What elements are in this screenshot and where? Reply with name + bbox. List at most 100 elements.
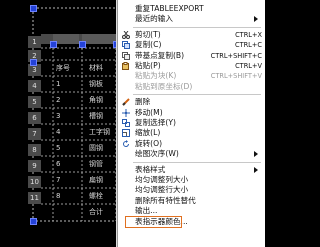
- menu-item-18[interactable]: 均匀调整列大小: [118, 175, 265, 185]
- menu-item-label: 输出...: [135, 206, 158, 216]
- copy-basepoint-icon: [122, 51, 130, 60]
- table-cell[interactable]: 钢板: [89, 80, 103, 88]
- menu-item-label: 均匀调整列大小: [135, 175, 189, 184]
- menu-item-label: 删除: [135, 97, 151, 107]
- row-number: 1: [28, 36, 41, 48]
- menu-item-label: 复制(C): [135, 40, 162, 50]
- menu-item-label: 重复TABLEEXPORT: [135, 4, 204, 13]
- rotate-icon: [122, 139, 130, 148]
- menu-item-shortcut: CTRL+SHIFT+V: [210, 72, 262, 81]
- menu-item-3[interactable]: 剪切(T) CTRL+X: [118, 30, 265, 40]
- row-number: 10: [28, 176, 41, 188]
- none-icon: [122, 176, 130, 184]
- menu-item-14[interactable]: 旋转(O): [118, 139, 265, 149]
- menu-item-11[interactable]: 移动(M): [118, 108, 265, 118]
- table-cell[interactable]: 6: [56, 160, 60, 168]
- menu-item-6[interactable]: 粘贴(P) CTRL+V: [118, 61, 265, 71]
- table-cell[interactable]: 5: [56, 144, 60, 152]
- menu-item-shortcut: CTRL+C: [234, 41, 262, 50]
- menu-separator: [133, 26, 261, 28]
- none-icon: [122, 207, 130, 215]
- menu-item-12[interactable]: 复制选择(Y): [118, 118, 265, 128]
- table-cell[interactable]: 2: [56, 96, 60, 104]
- menu-item-label: 粘贴到原坐标(D): [135, 81, 193, 91]
- menu-item-label: 旋转(O): [135, 138, 163, 148]
- menu-item-20[interactable]: 删除所有特性替代: [118, 196, 265, 206]
- none-icon: [122, 72, 130, 80]
- none-icon: [122, 83, 130, 91]
- row-number: 4: [28, 80, 41, 92]
- menu-item-1[interactable]: 最近的输入: [118, 14, 265, 24]
- table-cell[interactable]: 材料: [89, 64, 103, 72]
- none-icon: [122, 150, 130, 158]
- submenu-arrow-icon: [254, 151, 258, 158]
- table-cell[interactable]: 7: [56, 176, 60, 184]
- table-cell[interactable]: 工字钢: [89, 128, 110, 136]
- table-cell[interactable]: 螺栓: [89, 192, 103, 200]
- row-number: 9: [28, 160, 41, 172]
- menu-item-17[interactable]: 表格样式: [118, 165, 265, 175]
- table-cell[interactable]: 序号: [56, 64, 70, 72]
- grip-handle[interactable]: [30, 5, 37, 12]
- scissors-icon: [122, 30, 130, 39]
- paste-icon: [122, 62, 130, 70]
- menu-item-label: 移动(M): [135, 107, 163, 117]
- row-number: 11: [28, 192, 41, 204]
- none-icon: [122, 186, 130, 194]
- copy-icon: [122, 41, 130, 50]
- menu-item-5[interactable]: 带基点复制(B) CTRL+SHIFT+C: [118, 51, 265, 61]
- menu-item-label: 带基点复制(B): [135, 50, 185, 60]
- table-cell[interactable]: 钢管: [89, 160, 103, 168]
- table-cell[interactable]: 8: [56, 192, 60, 200]
- menu-item-19[interactable]: 均匀调整行大小: [118, 185, 265, 195]
- menu-item-0[interactable]: 重复TABLEEXPORT: [118, 4, 265, 14]
- table-cell[interactable]: 角钢: [89, 96, 103, 104]
- row-number: 7: [28, 128, 41, 140]
- menu-item-label: 表格样式: [135, 164, 166, 174]
- grip-handle[interactable]: [79, 41, 86, 48]
- table-cell[interactable]: 1: [56, 80, 60, 88]
- menu-item-label: 粘贴为块(K): [135, 71, 177, 81]
- menu-item-10[interactable]: 删除: [118, 97, 265, 107]
- menu-item-label: 均匀调整行大小: [135, 185, 189, 195]
- none-icon: [122, 5, 130, 13]
- menu-item-label: 剪切(T): [135, 29, 161, 39]
- menu-item-15[interactable]: 绘图次序(W): [118, 149, 265, 159]
- menu-separator: [133, 94, 261, 96]
- grip-handle[interactable]: [50, 41, 57, 48]
- menu-item-13[interactable]: 缩放(L): [118, 128, 265, 138]
- none-icon: [122, 166, 130, 174]
- menu-item-shortcut: CTRL+V: [235, 62, 262, 70]
- submenu-arrow-icon: [254, 16, 258, 23]
- table-cell[interactable]: 槽钢: [89, 112, 103, 120]
- move-icon: [122, 108, 130, 117]
- none-icon: [122, 15, 130, 23]
- scale-icon: [122, 129, 130, 138]
- table-cell[interactable]: 3: [56, 112, 60, 120]
- grip-handle[interactable]: [30, 218, 37, 225]
- menu-item-label: 绘图次序(W): [135, 149, 179, 159]
- submenu-arrow-icon: [254, 166, 258, 173]
- menu-item-shortcut: CTRL+X: [235, 30, 262, 39]
- menu-item-label: 删除所有特性替代: [135, 195, 196, 205]
- menu-item-21[interactable]: 输出...: [118, 206, 265, 216]
- menu-item-8: 粘贴到原坐标(D): [118, 82, 265, 92]
- highlight-annotation: [125, 216, 182, 228]
- menu-item-label: 缩放(L): [135, 128, 161, 138]
- grip-handle[interactable]: [30, 59, 37, 66]
- menu-item-4[interactable]: 复制(C) CTRL+C: [118, 40, 265, 50]
- table-cell[interactable]: 扁钢: [89, 176, 103, 184]
- none-icon: [122, 197, 130, 205]
- table-cell[interactable]: 合计: [89, 208, 103, 216]
- menu-item-label: 复制选择(Y): [135, 118, 176, 127]
- menu-item-7: 粘贴为块(K) CTRL+SHIFT+V: [118, 71, 265, 81]
- erase-icon: [122, 98, 130, 106]
- menu-item-label: 最近的输入: [135, 14, 173, 24]
- row-number: 6: [28, 112, 41, 124]
- table-cell[interactable]: 圆钢: [89, 144, 103, 152]
- table-cell[interactable]: 4: [56, 128, 60, 136]
- menu-item-label: 粘贴(P): [135, 61, 161, 70]
- menu-separator: [133, 161, 261, 163]
- menu-item-shortcut: CTRL+SHIFT+C: [210, 51, 262, 60]
- row-number: 5: [28, 96, 41, 108]
